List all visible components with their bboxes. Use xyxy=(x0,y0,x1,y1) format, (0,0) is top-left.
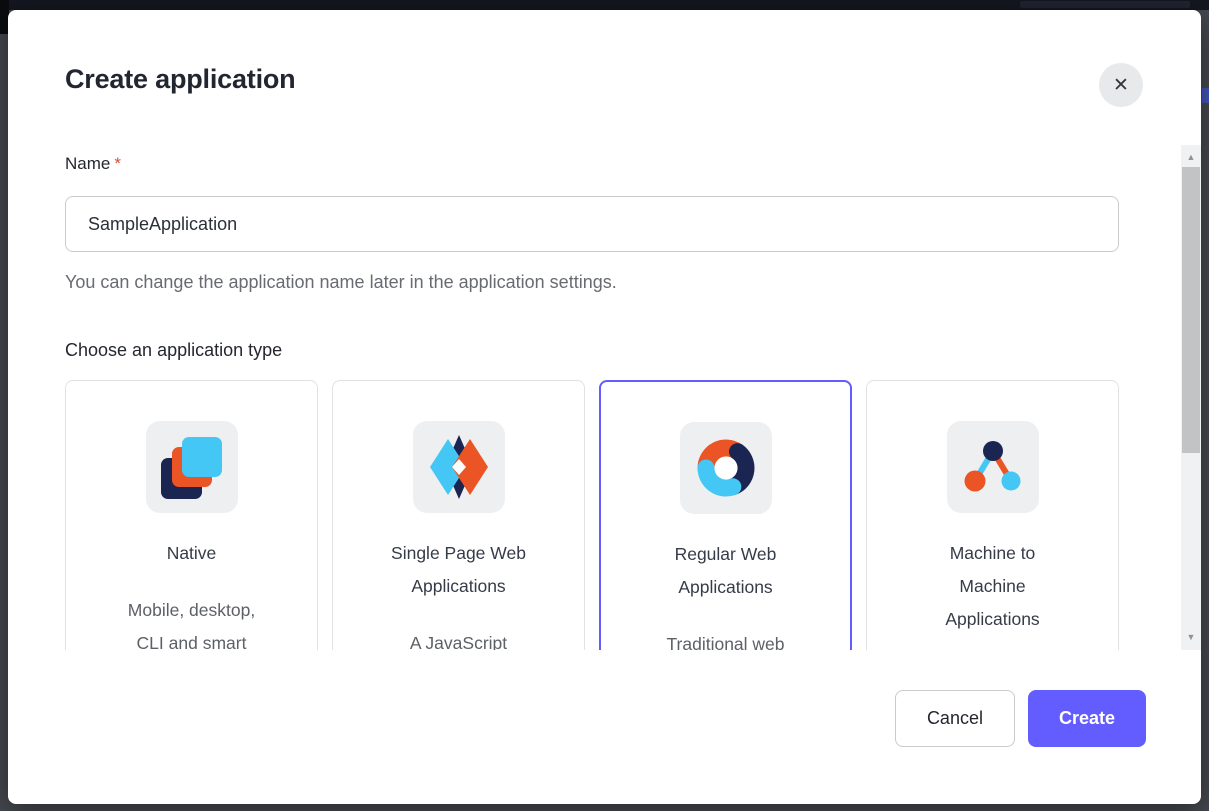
dialog-scroll-body: Name* You can change the application nam… xyxy=(8,145,1201,650)
application-type-label: Choose an application type xyxy=(65,340,1201,361)
dialog-scrollbar[interactable]: ▲ ▼ xyxy=(1181,145,1201,650)
machine-to-machine-icon xyxy=(947,421,1039,513)
name-helper-text: You can change the application name late… xyxy=(65,272,1201,293)
regular-web-icon-box xyxy=(680,422,772,514)
close-button[interactable]: ✕ xyxy=(1099,63,1143,107)
spa-icon-box xyxy=(413,421,505,513)
application-type-cards: Native Mobile, desktop, CLI and smart xyxy=(65,380,1119,650)
scroll-up-icon[interactable]: ▲ xyxy=(1181,150,1201,164)
screen: Create application ✕ Name* You can chang… xyxy=(0,0,1209,811)
card-description: A JavaScript xyxy=(333,627,584,650)
application-name-input[interactable] xyxy=(65,196,1119,252)
dialog-footer: Cancel Create xyxy=(895,690,1146,747)
card-title: Machine to Machine Applications xyxy=(867,537,1118,636)
card-description: Traditional web xyxy=(601,628,850,650)
close-icon: ✕ xyxy=(1113,76,1129,95)
app-type-card-spa[interactable]: Single Page Web Applications A JavaScrip… xyxy=(332,380,585,650)
native-icon-box xyxy=(146,421,238,513)
background-topbar-text-hint xyxy=(1020,1,1190,8)
scroll-down-icon[interactable]: ▼ xyxy=(1181,630,1201,644)
create-button[interactable]: Create xyxy=(1028,690,1146,747)
card-title: Single Page Web Applications xyxy=(333,537,584,603)
card-description: Mobile, desktop, CLI and smart xyxy=(66,594,317,650)
cancel-button[interactable]: Cancel xyxy=(895,690,1015,747)
m2m-icon-box xyxy=(947,421,1039,513)
scrollbar-thumb[interactable] xyxy=(1182,167,1200,453)
background-page-topbar xyxy=(0,0,1209,10)
card-title: Regular Web Applications xyxy=(601,538,850,604)
create-application-dialog: Create application ✕ Name* You can chang… xyxy=(8,10,1201,804)
name-label: Name* xyxy=(65,154,1201,174)
card-title: Native xyxy=(66,537,317,570)
dialog-title: Create application xyxy=(65,64,295,95)
regular-web-app-icon xyxy=(680,422,772,514)
app-type-card-regular-web[interactable]: Regular Web Applications Traditional web xyxy=(599,380,852,650)
native-app-icon xyxy=(146,421,238,513)
background-page-link-fragment xyxy=(1202,88,1209,103)
single-page-app-icon xyxy=(413,421,505,513)
app-type-card-m2m[interactable]: Machine to Machine Applications xyxy=(866,380,1119,650)
app-type-card-native[interactable]: Native Mobile, desktop, CLI and smart xyxy=(65,380,318,650)
required-marker: * xyxy=(114,154,121,173)
